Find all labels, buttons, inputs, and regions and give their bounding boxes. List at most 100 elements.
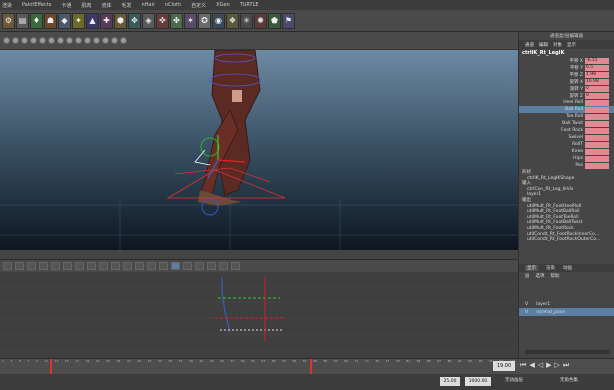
shelf-icon[interactable]: ◉ (212, 12, 225, 29)
attr-row[interactable]: 旋转 Y0 (519, 85, 614, 92)
shelf-icon[interactable]: ✦ (72, 12, 85, 29)
viewport-3d[interactable] (0, 50, 518, 250)
attr-row[interactable]: RollT (519, 141, 614, 148)
gate-icon[interactable] (84, 37, 91, 44)
attr-field[interactable]: 16.98 (585, 78, 609, 85)
clamped-tangent-icon[interactable] (87, 262, 96, 270)
attr-field[interactable] (585, 120, 609, 127)
safe-area-icon[interactable] (102, 37, 109, 44)
attr-row[interactable]: Hips (519, 155, 614, 162)
attr-field[interactable]: 6.5 (585, 64, 609, 71)
output-node[interactable]: utilCondt_Rt_FootRockOuterCo... (519, 237, 614, 243)
shaded-icon[interactable] (30, 37, 37, 44)
go-end-icon[interactable]: ⏭ (563, 361, 569, 370)
grid-icon[interactable] (12, 37, 19, 44)
shelf-icon[interactable]: ▤ (16, 12, 29, 29)
anim-curves[interactable] (215, 277, 285, 342)
menu-channels[interactable]: 通道 (525, 42, 534, 48)
range-end-field[interactable]: 1000.00 (465, 377, 491, 386)
shelf-icon[interactable]: ⬢ (114, 12, 127, 29)
menu-options[interactable]: 选项 (536, 273, 545, 279)
layer-name[interactable]: layer1 (536, 302, 550, 307)
menu-help[interactable]: 帮助 (551, 273, 560, 279)
attr-row[interactable]: Swivel (519, 134, 614, 141)
attr-field[interactable] (585, 141, 609, 148)
menu-edit[interactable]: 编辑 (539, 42, 548, 48)
menu-item[interactable]: 自定义 (191, 2, 206, 9)
shelf-icon[interactable]: ⚙ (2, 12, 15, 29)
shelf-icon[interactable]: ⚑ (282, 12, 295, 29)
range-start-field[interactable]: 25.00 (440, 377, 460, 386)
lights-icon[interactable] (48, 37, 55, 44)
shelf-icon[interactable]: ✺ (254, 12, 267, 29)
shelf-icon[interactable]: ✪ (198, 12, 211, 29)
plateau-tangent-icon[interactable] (135, 262, 144, 270)
anim-layer-dropdown[interactable]: 无动画层 (505, 377, 523, 383)
tab-display[interactable]: 显示 (525, 265, 538, 271)
attr-row[interactable]: Pos (519, 162, 614, 169)
move-key-icon[interactable] (3, 262, 12, 270)
play-icon[interactable]: ▶ (546, 361, 551, 370)
shelf-icon[interactable]: ❖ (226, 12, 239, 29)
shelf-icon[interactable]: ✳ (240, 12, 253, 29)
play-back-icon[interactable]: ◁ (538, 361, 543, 370)
character-legs[interactable] (198, 50, 261, 206)
step-back-icon[interactable]: ◀ (529, 361, 534, 370)
attr-row[interactable]: 平移 X -6.55 (519, 57, 614, 64)
step-tangent-icon[interactable] (123, 262, 132, 270)
post-infinity-icon[interactable] (195, 262, 204, 270)
tab-anim[interactable]: 动画 (563, 265, 572, 271)
menu-item[interactable]: PaintEffects (22, 2, 51, 8)
attr-field[interactable] (585, 155, 609, 162)
attr-field[interactable]: -6.55 (585, 57, 609, 64)
frame-selected-icon[interactable] (120, 37, 127, 44)
character-set-dropdown[interactable]: 无角色集 (560, 377, 578, 383)
isolate-icon[interactable] (75, 37, 82, 44)
step-forward-icon[interactable]: ▷ (554, 361, 559, 370)
spline-tangent-icon[interactable] (75, 262, 84, 270)
center-icon[interactable] (63, 262, 72, 270)
shelf-icon[interactable]: ◈ (142, 12, 155, 29)
xray-icon[interactable] (66, 37, 73, 44)
attr-row[interactable]: 旋转 X 16.98 (519, 78, 614, 85)
shelf-icon[interactable]: ✤ (170, 12, 183, 29)
menu-item[interactable]: 流体 (101, 2, 111, 9)
attr-row[interactable]: Knee (519, 148, 614, 155)
break-tangent-icon[interactable] (147, 262, 156, 270)
select-key-icon[interactable] (171, 262, 180, 270)
attr-row[interactable]: Toe Roll (519, 113, 614, 120)
menu-layers[interactable]: 层 (525, 273, 530, 279)
current-frame-field[interactable]: 19.00 (493, 361, 515, 371)
shelf-icon[interactable]: ☗ (44, 12, 57, 29)
shelf-icon[interactable]: ◆ (58, 12, 71, 29)
insert-key-icon[interactable] (15, 262, 24, 270)
menu-item[interactable]: 卡通 (61, 2, 71, 9)
layer-row[interactable]: V layer1 (519, 300, 614, 308)
attr-field[interactable]: 0 (585, 92, 609, 99)
resolution-icon[interactable] (93, 37, 100, 44)
attr-row-selected[interactable]: Ball Roll (519, 106, 614, 113)
attr-field[interactable] (585, 148, 609, 155)
menu-item[interactable]: nCloth (165, 2, 181, 8)
shelf-icon[interactable]: ⬟ (268, 12, 281, 29)
frame-playback-icon[interactable] (51, 262, 60, 270)
menu-item[interactable]: XGen (216, 2, 230, 8)
attr-row[interactable]: 旋转 Z0 (519, 92, 614, 99)
attr-field[interactable] (585, 134, 609, 141)
visibility-toggle[interactable]: V (525, 310, 528, 315)
linear-tangent-icon[interactable] (99, 262, 108, 270)
frame-all-icon[interactable] (111, 37, 118, 44)
menu-item[interactable]: 毛发 (121, 2, 131, 9)
shelf-icon[interactable]: ✶ (184, 12, 197, 29)
pre-infinity-icon[interactable] (183, 262, 192, 270)
attr-row[interactable]: Heel Roll (519, 99, 614, 106)
graph-editor[interactable] (0, 272, 518, 358)
shadows-icon[interactable] (57, 37, 64, 44)
buffer-icon[interactable] (207, 262, 216, 270)
wireframe-icon[interactable] (21, 37, 28, 44)
attr-row[interactable]: 平移 Z 1.98 (519, 71, 614, 78)
go-start-icon[interactable]: ⏮ (520, 361, 526, 370)
camera-icon[interactable] (3, 37, 10, 44)
attr-row[interactable]: Foot Rock (519, 127, 614, 134)
menu-item[interactable]: 渲染 (2, 2, 12, 9)
